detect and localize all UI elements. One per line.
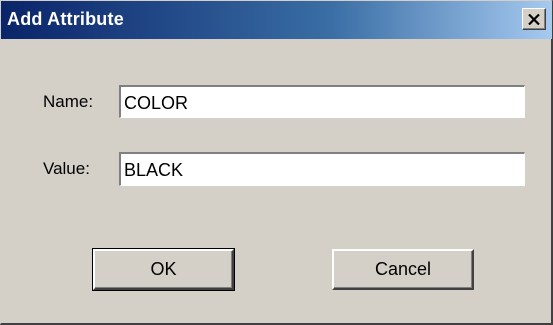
add-attribute-dialog: Add Attribute Name: Value: OK Cancel [0,0,553,325]
name-label: Name: [43,92,94,111]
value-label: Value: [43,159,90,178]
ok-button[interactable]: OK [92,248,235,291]
dialog-title: Add Attribute [7,9,124,29]
value-input[interactable] [118,151,526,187]
ok-button-label: OK [150,259,177,279]
cancel-button[interactable]: Cancel [332,249,474,290]
close-button[interactable] [522,8,546,30]
title-bar[interactable]: Add Attribute [1,1,552,39]
name-input[interactable] [118,84,526,119]
close-icon [528,13,540,25]
cancel-button-label: Cancel [374,259,432,279]
